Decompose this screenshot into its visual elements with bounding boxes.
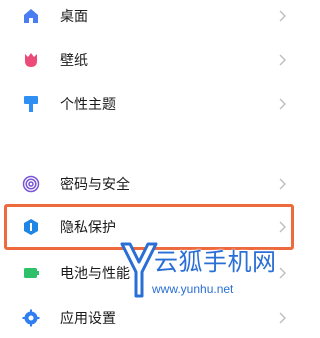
gear-icon — [22, 309, 40, 327]
menu-item-desktop[interactable]: 桌面 — [0, 0, 301, 36]
menu-item-label: 密码与安全 — [60, 177, 130, 193]
chevron-right-icon — [279, 98, 286, 110]
menu-item-battery[interactable]: 电池与性能 — [0, 253, 301, 293]
chevron-right-icon — [279, 178, 286, 190]
privacy-shield-icon — [22, 218, 40, 236]
chevron-right-icon — [279, 312, 286, 324]
battery-icon — [22, 264, 40, 282]
menu-item-wallpaper[interactable]: 壁纸 — [0, 40, 301, 80]
paint-roller-icon — [22, 95, 40, 113]
menu-item-theme[interactable]: 个性主题 — [0, 84, 301, 124]
menu-item-label: 应用设置 — [60, 311, 116, 327]
menu-item-label: 电池与性能 — [60, 266, 130, 282]
menu-item-privacy[interactable]: 隐私保护 — [0, 207, 301, 247]
tulip-icon — [22, 51, 40, 69]
menu-item-password-security[interactable]: 密码与安全 — [0, 164, 301, 204]
menu-item-label: 壁纸 — [60, 53, 88, 69]
chevron-right-icon — [279, 267, 286, 279]
chevron-right-icon — [279, 10, 286, 22]
menu-item-label: 隐私保护 — [60, 220, 116, 236]
chevron-right-icon — [279, 54, 286, 66]
menu-item-label: 个性主题 — [60, 97, 116, 113]
menu-item-app-settings[interactable]: 应用设置 — [0, 298, 301, 338]
fingerprint-icon — [22, 175, 40, 193]
menu-item-label: 桌面 — [60, 9, 88, 25]
section-divider — [0, 130, 301, 146]
home-icon — [22, 7, 40, 25]
chevron-right-icon — [279, 221, 286, 233]
